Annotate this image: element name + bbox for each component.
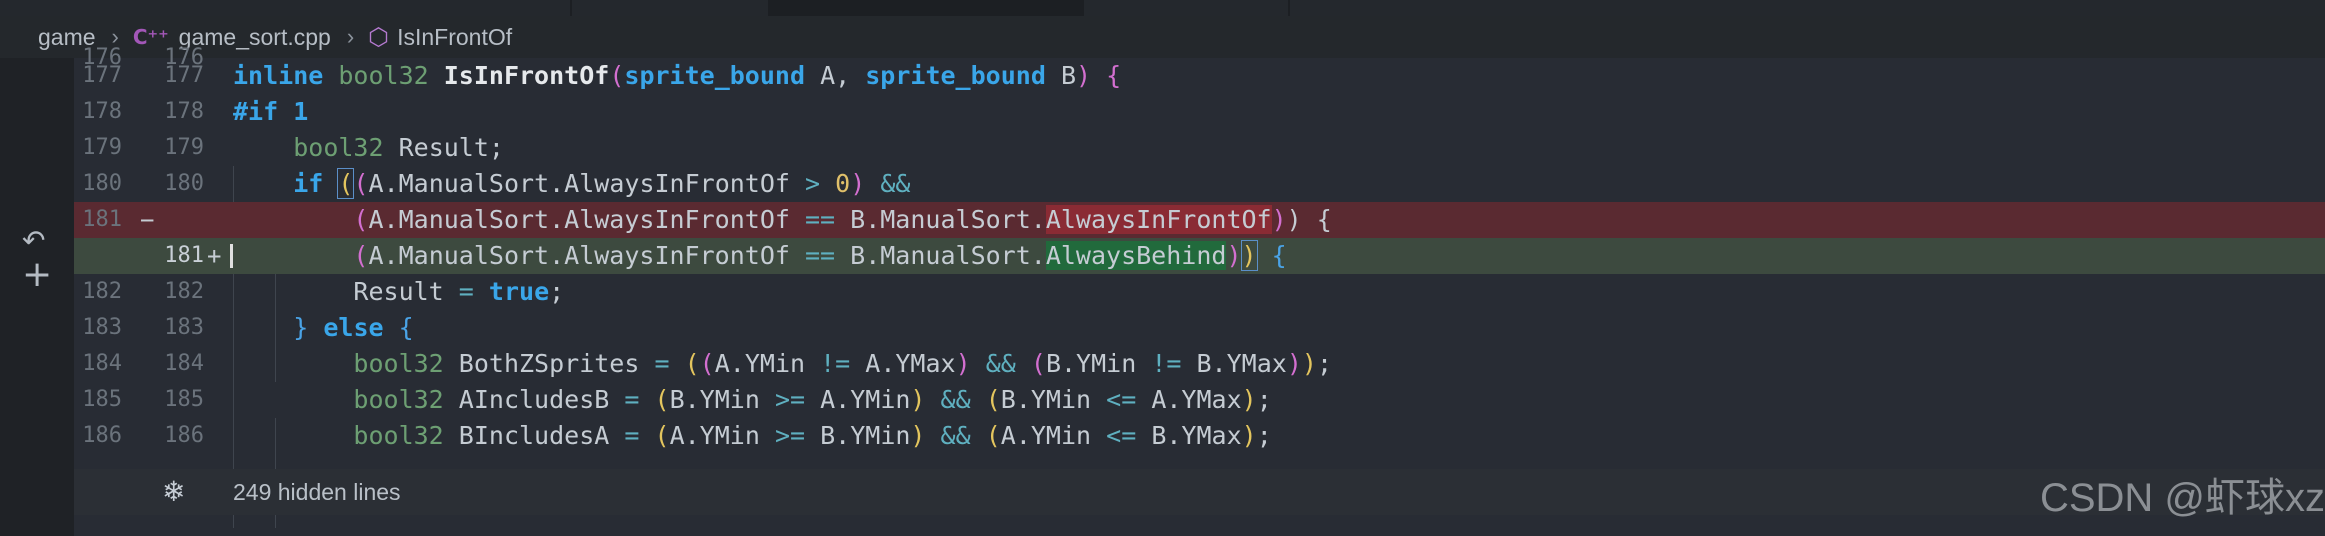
diff-added-line: 181 + (A.ManualSort.AlwaysInFrontOf == B… <box>74 238 2325 274</box>
code-text[interactable]: inline bool32 IsInFrontOf(sprite_bound A… <box>233 58 1121 94</box>
line-number-original: 179 <box>82 135 122 160</box>
line-number-modified: 179 <box>164 135 204 160</box>
line-number-original: 186 <box>82 423 122 448</box>
line-number-original: 185 <box>82 387 122 412</box>
code-line: 183 183 } else { <box>74 310 2325 346</box>
code-text[interactable]: bool32 BothZSprites = ((A.YMin != A.YMax… <box>233 346 1332 382</box>
diff-minus-marker: − <box>140 206 155 234</box>
code-line: 182 182 Result = true; <box>74 274 2325 310</box>
diff-action-gutter: ↶ + <box>0 58 74 536</box>
code-line: 186 186 bool32 BIncludesA = (A.YMin >= B… <box>74 418 2325 454</box>
line-number-original: 178 <box>82 99 122 124</box>
tab-strip-segment <box>1084 0 1288 16</box>
hidden-lines-label[interactable]: 249 hidden lines <box>233 479 401 506</box>
code-text[interactable]: if ((A.ManualSort.AlwaysInFrontOf > 0) &… <box>233 166 910 202</box>
line-number-original: 182 <box>82 279 122 304</box>
code-line: 184 184 bool32 BothZSprites = ((A.YMin !… <box>74 346 2325 382</box>
fold-icon[interactable]: ❄ <box>162 475 185 508</box>
line-number-original: 184 <box>82 351 122 376</box>
diff-editor[interactable]: 176 176 177 177 inline bool32 IsInFrontO… <box>74 45 2325 536</box>
code-text[interactable]: Result = true; <box>233 274 564 310</box>
line-number-modified: 177 <box>164 63 204 88</box>
code-text[interactable]: #if 1 <box>233 94 308 130</box>
line-number-modified: 185 <box>164 387 204 412</box>
code-text[interactable]: (A.ManualSort.AlwaysInFrontOf == B.Manua… <box>233 238 1287 274</box>
code-line: 185 185 bool32 AIncludesB = (B.YMin >= A… <box>74 382 2325 418</box>
tab-strip <box>0 0 2325 16</box>
line-number-original: 177 <box>82 63 122 88</box>
line-number-modified: 181 <box>164 243 204 268</box>
tab-strip-segment <box>0 0 570 16</box>
code-text[interactable]: bool32 BIncludesA = (A.YMin >= B.YMin) &… <box>233 418 1271 454</box>
line-number-modified: 184 <box>164 351 204 376</box>
diff-deleted-line: 181 − (A.ManualSort.AlwaysInFrontOf == B… <box>74 202 2325 238</box>
line-number-original: 183 <box>82 315 122 340</box>
hidden-lines-bar[interactable]: ❄ 249 hidden lines <box>74 469 2325 515</box>
line-number-modified: 182 <box>164 279 204 304</box>
tab-strip-segment <box>572 0 768 16</box>
code-line: 177 177 inline bool32 IsInFrontOf(sprite… <box>74 58 2325 94</box>
watermark: CSDN @虾球xz <box>2039 476 2325 520</box>
code-line: 180 180 if ((A.ManualSort.AlwaysInFrontO… <box>74 166 2325 202</box>
diff-plus-marker: + <box>207 242 222 270</box>
code-text[interactable]: } else { <box>233 310 413 346</box>
line-number-original: 181 <box>82 207 122 232</box>
line-number-modified: 180 <box>164 171 204 196</box>
add-icon[interactable]: + <box>22 254 52 295</box>
line-number-original: 180 <box>82 171 122 196</box>
tab-strip-segment <box>1290 0 2325 16</box>
code-text[interactable]: (A.ManualSort.AlwaysInFrontOf == B.Manua… <box>233 202 1332 238</box>
tab-strip-segment <box>770 0 1080 16</box>
line-number-modified: 183 <box>164 315 204 340</box>
code-line: 178 178 #if 1 <box>74 94 2325 130</box>
code-text[interactable]: bool32 Result; <box>233 130 504 166</box>
revert-change-icon[interactable]: ↶ <box>22 224 45 257</box>
line-number-modified: 186 <box>164 423 204 448</box>
code-line: 179 179 bool32 Result; <box>74 130 2325 166</box>
line-number-modified: 178 <box>164 99 204 124</box>
code-text[interactable]: bool32 AIncludesB = (B.YMin >= A.YMin) &… <box>233 382 1271 418</box>
